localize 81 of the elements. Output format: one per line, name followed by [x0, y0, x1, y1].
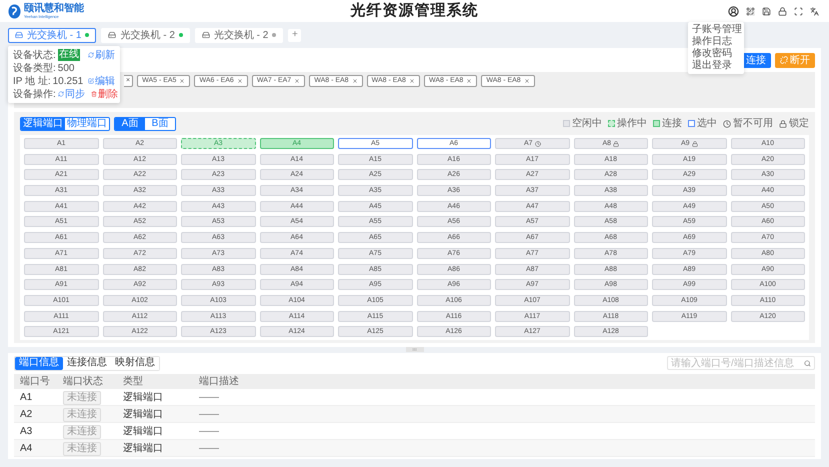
field-label: IP 地 址: — [13, 74, 51, 88]
status-badge: 在线 — [58, 49, 80, 61]
delete-link[interactable]: 删除 — [90, 86, 118, 102]
close-icon[interactable] — [466, 78, 472, 84]
menu-item[interactable]: 修改密码 — [688, 48, 744, 60]
column-header: 端口描述 — [199, 374, 240, 390]
qr-code-icon[interactable] — [746, 6, 755, 16]
edit-icon — [88, 78, 94, 84]
save-icon[interactable] — [762, 6, 771, 16]
resize-handle[interactable] — [406, 347, 424, 352]
device-tab[interactable]: 光交换机 - 1 — [8, 28, 96, 42]
switch-icon — [108, 31, 116, 39]
legend-label: 锁定 — [789, 116, 809, 131]
close-icon[interactable] — [294, 78, 300, 84]
table-cell-text: —— — [199, 408, 220, 422]
legend-label: 空闲中 — [572, 116, 602, 131]
side-tab[interactable]: B面 — [145, 118, 175, 130]
status-badge: 未连接 — [63, 408, 101, 422]
table-cell-text: A4 — [19, 442, 34, 456]
column-header: 端口状态 — [63, 374, 104, 390]
info-tab[interactable]: 端口信息 — [15, 356, 63, 370]
menu-item[interactable]: 退出登录 — [688, 60, 744, 72]
fullscreen-icon[interactable] — [794, 6, 803, 16]
table-cell-text: —— — [199, 424, 220, 439]
lock-icon[interactable] — [778, 6, 787, 16]
legend-label: 选中 — [697, 116, 717, 131]
trash-icon — [90, 91, 97, 97]
refresh-link[interactable]: 刷新 — [88, 48, 115, 62]
switch-icon — [202, 31, 210, 39]
language-icon[interactable] — [810, 6, 819, 16]
refresh-icon — [88, 52, 94, 58]
field-label: 设备状态: — [13, 48, 56, 62]
table-cell-text: 逻辑端口 — [123, 424, 164, 439]
unlink-icon — [780, 56, 788, 64]
column-header: 端口号 — [19, 374, 51, 390]
field-value: 10.251 — [52, 74, 84, 88]
field-label: 设备操作: — [13, 88, 56, 102]
add-tab-button[interactable]: + — [288, 28, 302, 42]
edit-link[interactable]: 编辑 — [88, 74, 115, 88]
table-cell-text: 逻辑端口 — [123, 390, 164, 405]
table-cell-text: —— — [199, 442, 220, 456]
page-title: 光纤资源管理系统 — [350, 0, 478, 21]
field-label: 设备类型: — [13, 62, 56, 76]
close-icon[interactable] — [408, 78, 415, 84]
search-field[interactable]: 请输入端口号/端口描述信息 — [667, 356, 815, 370]
legend-label: 操作中 — [617, 116, 647, 131]
table-cell-text: A3 — [19, 424, 34, 439]
switch-icon — [15, 31, 23, 39]
menu-item[interactable]: 子账号管理 — [688, 24, 744, 36]
table-cell-text: 逻辑端口 — [123, 408, 164, 422]
close-icon[interactable] — [236, 78, 243, 84]
close-icon[interactable] — [352, 78, 358, 84]
status-badge: 未连接 — [63, 390, 101, 405]
close-icon[interactable] — [179, 78, 186, 84]
port-type-tab[interactable]: 逻辑端口 — [21, 118, 65, 130]
status-badge: 未连接 — [63, 442, 101, 456]
menu-item[interactable]: 操作日志 — [688, 36, 744, 48]
table-cell-text: A1 — [19, 390, 34, 405]
table-cell-text: 逻辑端口 — [123, 442, 164, 456]
column-header: 类型 — [123, 374, 144, 390]
side-tab[interactable]: A面 — [115, 118, 145, 130]
device-tab[interactable]: 光交换机 - 2 — [101, 28, 190, 42]
lock-icon — [692, 140, 698, 146]
logo-icon — [8, 4, 21, 18]
user-icon[interactable] — [728, 6, 739, 16]
device-tab[interactable]: 光交换机 - 2 — [194, 28, 284, 42]
lock-icon — [613, 140, 620, 146]
field-value: 500 — [58, 62, 74, 76]
logo-text: 颐讯慧和智能 — [24, 4, 84, 14]
table-cell-text: A2 — [19, 408, 34, 422]
legend-label: 连接 — [662, 116, 682, 131]
legend-label: 暂不可用 — [733, 116, 773, 131]
clock-icon — [534, 140, 541, 146]
port-type-tab[interactable]: 物理端口 — [65, 118, 109, 130]
connect-button[interactable]: 连接 — [741, 52, 771, 68]
table-cell-text: —— — [199, 390, 220, 405]
search-icon[interactable] — [804, 360, 811, 367]
sync-link[interactable]: 同步 — [58, 86, 85, 102]
sync-icon — [58, 91, 64, 97]
status-badge: 未连接 — [63, 424, 101, 439]
close-icon[interactable] — [524, 78, 530, 84]
